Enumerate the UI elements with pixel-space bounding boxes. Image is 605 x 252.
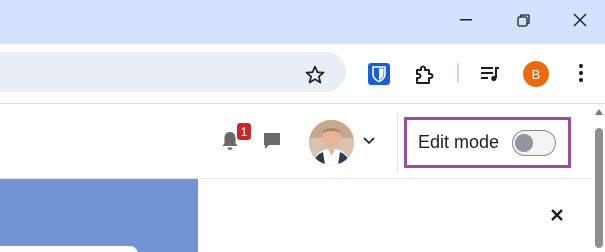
notification-badge: 1 — [237, 123, 251, 140]
puzzle-icon — [416, 65, 434, 84]
toggle-knob — [515, 134, 533, 152]
restore-button[interactable] — [500, 4, 546, 36]
minimize-button[interactable] — [443, 4, 489, 36]
toolbar-separator — [457, 63, 459, 83]
extensions-button[interactable] — [413, 63, 437, 87]
restore-icon — [516, 13, 530, 27]
star-icon[interactable] — [304, 64, 326, 86]
media-control-icon — [481, 67, 499, 82]
header-divider — [397, 112, 398, 172]
close-window-button[interactable] — [557, 4, 603, 36]
close-icon — [573, 13, 587, 27]
scroll-thumb[interactable] — [595, 128, 603, 248]
browser-window: B 1 Edit mode — [0, 0, 605, 252]
user-photo — [309, 120, 354, 165]
bitwarden-icon — [368, 63, 390, 85]
kebab-icon[interactable] — [578, 64, 584, 84]
profile-avatar-button[interactable]: B — [523, 61, 549, 87]
chevron-down-icon[interactable] — [362, 136, 376, 146]
banner-card — [0, 246, 138, 252]
media-control-button[interactable] — [479, 63, 501, 85]
chat-icon[interactable] — [262, 131, 282, 151]
minimize-icon — [460, 19, 472, 21]
address-bar[interactable] — [0, 52, 346, 92]
toolbar-divider — [0, 103, 605, 104]
edit-mode-label: Edit mode — [418, 132, 500, 152]
bitwarden-extension-button[interactable] — [368, 63, 390, 85]
browser-toolbar — [0, 44, 605, 103]
page-banner — [0, 179, 198, 252]
close-icon[interactable] — [549, 207, 565, 223]
scroll-up-arrow[interactable] — [595, 109, 603, 115]
user-avatar[interactable] — [309, 120, 354, 165]
